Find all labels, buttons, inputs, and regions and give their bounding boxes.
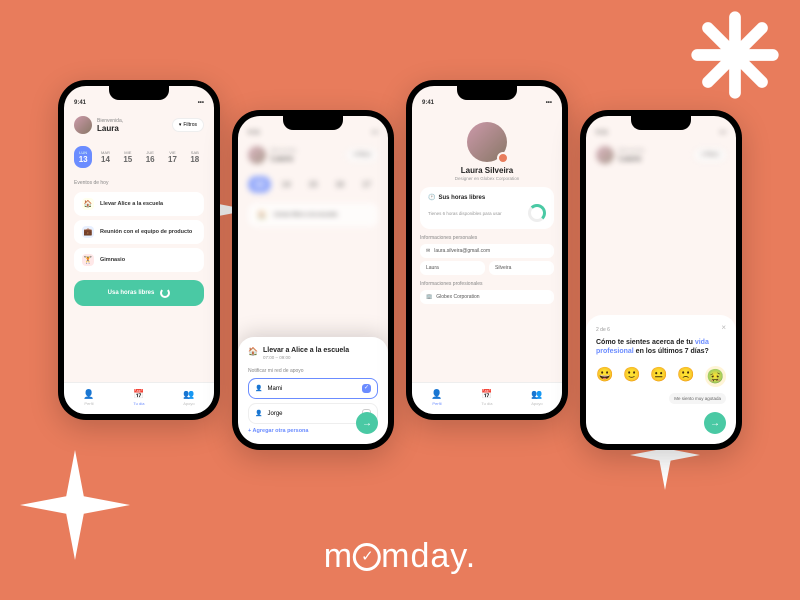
tab-day[interactable]: 📅Tu día <box>133 389 144 406</box>
date-cell[interactable]: MAR14 <box>96 146 114 168</box>
emoji-option[interactable]: 🙂 <box>623 366 640 387</box>
next-button[interactable]: → <box>704 412 726 434</box>
emoji-option-selected[interactable]: 🤢 <box>705 366 726 387</box>
people-icon: 👥 <box>531 389 542 400</box>
survey-sheet: × 2 de 6 Cómo te sientes acerca de tu vi… <box>586 315 736 444</box>
tab-profile[interactable]: 👤Perfil <box>83 389 94 406</box>
phone-survey: 9:41••• Bienvenida,Laura▾ Filtros × 2 de… <box>580 110 742 450</box>
person-icon: 👤 <box>83 389 94 400</box>
progress-ring-icon <box>528 204 546 222</box>
emoji-rating: 😀 🙂 😐 🙁 🤢 <box>596 366 726 387</box>
date-cell[interactable]: MIE15 <box>119 146 137 168</box>
person-icon: 👤 <box>255 385 262 392</box>
person-icon: 👤 <box>431 389 442 400</box>
home-icon: 🏠 <box>248 347 258 356</box>
date-cell[interactable]: SAB18 <box>186 146 204 168</box>
home-icon: 🏠 <box>82 198 94 210</box>
tab-support[interactable]: 👥Apoyo <box>531 389 542 406</box>
person-icon: 👤 <box>255 410 262 417</box>
phone-calendar: 9:41••• Bienvenida, Laura ▾Filtros LUN13… <box>58 80 220 420</box>
phone-notch <box>283 116 343 130</box>
avatar[interactable] <box>74 116 92 134</box>
free-hours-card[interactable]: 🕐Sus horas libres Tienes 6 horas disponi… <box>420 187 554 229</box>
mail-icon: ✉ <box>426 248 430 254</box>
clock-icon: 🕐 <box>428 194 435 201</box>
email-field[interactable]: ✉laura.silveira@gmail.com <box>420 244 554 258</box>
decor-star-icon <box>20 450 130 560</box>
tab-bar: 👤Perfil 📅Tu día 👥Apoyo <box>64 382 214 414</box>
filter-button[interactable]: ▾Filtros <box>172 118 204 132</box>
profile-name: Laura Silveira <box>412 166 562 175</box>
emoji-option[interactable]: 😀 <box>596 366 613 387</box>
tab-support[interactable]: 👥Apoyo <box>183 389 194 406</box>
phone-delegate: 9:41••• Bienvenida,Laura▾ Filtros 131415… <box>232 110 394 450</box>
company-field[interactable]: 🏢Globex Corporation <box>420 290 554 304</box>
profile-avatar[interactable] <box>467 122 507 162</box>
sheet-time: 07:00 – 09:00 <box>263 355 349 360</box>
calendar-icon: 📅 <box>481 389 492 400</box>
edit-badge-icon[interactable] <box>497 152 509 164</box>
events-heading: Eventos de hoy <box>64 174 214 188</box>
phone-profile: 9:41••• Laura Silveira Designer en Globe… <box>406 80 568 420</box>
firstname-field[interactable]: Laura <box>420 261 485 275</box>
survey-question: Cómo te sientes acerca de tu vida profes… <box>596 338 726 356</box>
welcome-text: Bienvenida, <box>97 118 123 124</box>
tab-bar: 👤Perfil 📅Tu día 👥Apoyo <box>412 382 562 414</box>
date-picker[interactable]: LUN13 MAR14 MIE15 JUE16 VIE17 SAB18 <box>64 140 214 174</box>
tab-profile[interactable]: 👤Perfil <box>431 389 442 406</box>
date-cell[interactable]: LUN13 <box>74 146 92 168</box>
profile-subtitle: Designer en Globex Corporation <box>412 176 562 181</box>
event-card[interactable]: 🏠Llevar Alice a la escuela <box>74 192 204 216</box>
phone-notch <box>109 86 169 100</box>
people-icon: 👥 <box>183 389 194 400</box>
date-cell[interactable]: VIE17 <box>163 146 181 168</box>
section-professional: Informaciones profesionales <box>420 281 554 287</box>
phone-notch <box>457 86 517 100</box>
check-circle-icon <box>353 543 381 571</box>
user-name: Laura <box>97 124 123 133</box>
funnel-icon: ▾ <box>179 122 182 128</box>
emoji-option[interactable]: 😐 <box>650 366 667 387</box>
free-hours-button[interactable]: Usa horas libres <box>74 280 204 306</box>
tab-day[interactable]: 📅Tu día <box>481 389 492 406</box>
calendar-icon: 📅 <box>133 389 144 400</box>
emoji-option[interactable]: 🙁 <box>677 366 694 387</box>
date-cell[interactable]: JUE16 <box>141 146 159 168</box>
event-card[interactable]: 💼Reunión con el equipo de producto <box>74 220 204 244</box>
brand-logo: mmday. <box>324 537 476 576</box>
close-button[interactable]: × <box>721 323 726 332</box>
delegate-sheet: 🏠 Llevar a Alice a la escuela 07:00 – 09… <box>238 337 388 444</box>
briefcase-icon: 💼 <box>82 226 94 238</box>
event-card[interactable]: 🏋️Gimnasio <box>74 248 204 272</box>
notify-label: Notificar mi red de apoyo <box>248 368 378 374</box>
person-option[interactable]: 👤Mami <box>248 378 378 399</box>
phone-notch <box>631 116 691 130</box>
section-personal: Informaciones personales <box>420 235 554 241</box>
dumbbell-icon: 🏋️ <box>82 254 94 266</box>
checkbox-icon <box>362 384 371 393</box>
lastname-field[interactable]: Silveira <box>489 261 554 275</box>
sheet-title: Llevar a Alice a la escuela <box>263 347 349 354</box>
emoji-caption: Me siento muy agotada <box>669 393 726 404</box>
progress-ring-icon <box>160 288 170 298</box>
next-button[interactable]: → <box>356 412 378 434</box>
step-indicator: 2 de 6 <box>596 327 726 333</box>
building-icon: 🏢 <box>426 294 432 300</box>
free-hours-text: Tienes 6 horas disponibles para usar <box>428 211 502 216</box>
